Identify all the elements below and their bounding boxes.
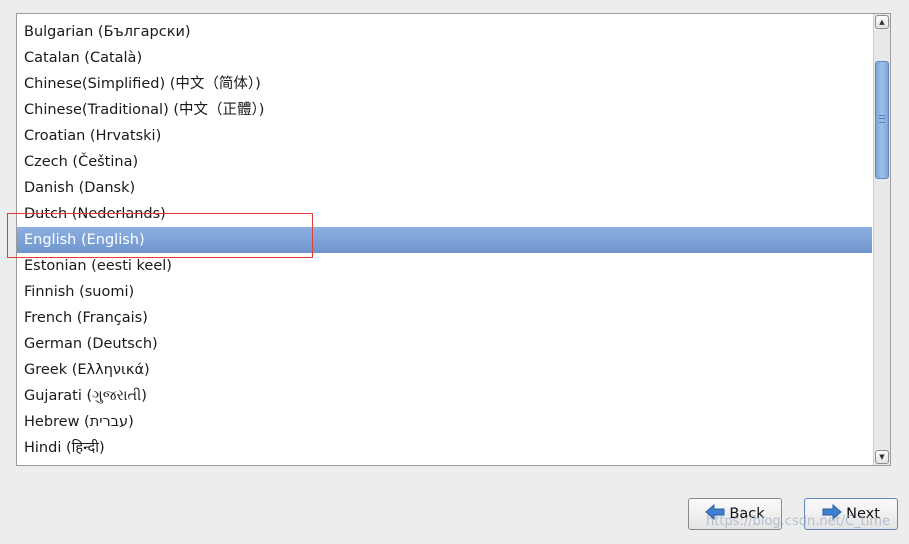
installer-language-screen: Bulgarian (Български) Catalan (Català) Chi… [0,0,909,544]
language-list: Bulgarian (Български) Catalan (Català) Chi… [17,19,872,461]
scroll-down-button[interactable]: ▼ [875,450,889,464]
list-item[interactable]: German (Deutsch) [17,331,872,357]
scroll-up-button[interactable]: ▲ [875,15,889,29]
grip-icon [879,115,885,123]
chevron-down-icon: ▼ [879,453,885,461]
back-button-label: Back [729,506,765,522]
list-item[interactable]: Hindi (हिन्दी) [17,435,872,461]
list-item[interactable]: Czech (Čeština) [17,149,872,175]
list-item[interactable]: Croatian (Hrvatski) [17,123,872,149]
list-item[interactable]: Finnish (suomi) [17,279,872,305]
list-item-selected[interactable]: English (English) [17,227,872,253]
list-item[interactable]: Estonian (eesti keel) [17,253,872,279]
scroll-thumb[interactable] [875,61,889,179]
list-item[interactable]: French (Français) [17,305,872,331]
next-button-label: Next [846,506,880,522]
arrow-left-icon [705,503,725,524]
list-item[interactable]: Greek (Ελληνικά) [17,357,872,383]
language-listbox[interactable]: Bulgarian (Български) Catalan (Català) Chi… [16,13,891,466]
back-button[interactable]: Back [688,498,782,530]
list-item[interactable]: Bulgarian (Български) [17,19,872,45]
list-item[interactable]: Gujarati (ગુજરાતી) [17,383,872,409]
list-item[interactable]: Dutch (Nederlands) [17,201,872,227]
chevron-up-icon: ▲ [879,18,885,26]
next-button[interactable]: Next [804,498,898,530]
list-item[interactable]: Catalan (Català) [17,45,872,71]
list-item[interactable]: Danish (Dansk) [17,175,872,201]
vertical-scrollbar[interactable]: ▲ ▼ [873,14,890,465]
list-item[interactable]: Chinese(Traditional) (中文（正體）) [17,97,872,123]
list-item[interactable]: Hebrew (עברית) [17,409,872,435]
list-item[interactable]: Chinese(Simplified) (中文（简体）) [17,71,872,97]
arrow-right-icon [822,503,842,524]
